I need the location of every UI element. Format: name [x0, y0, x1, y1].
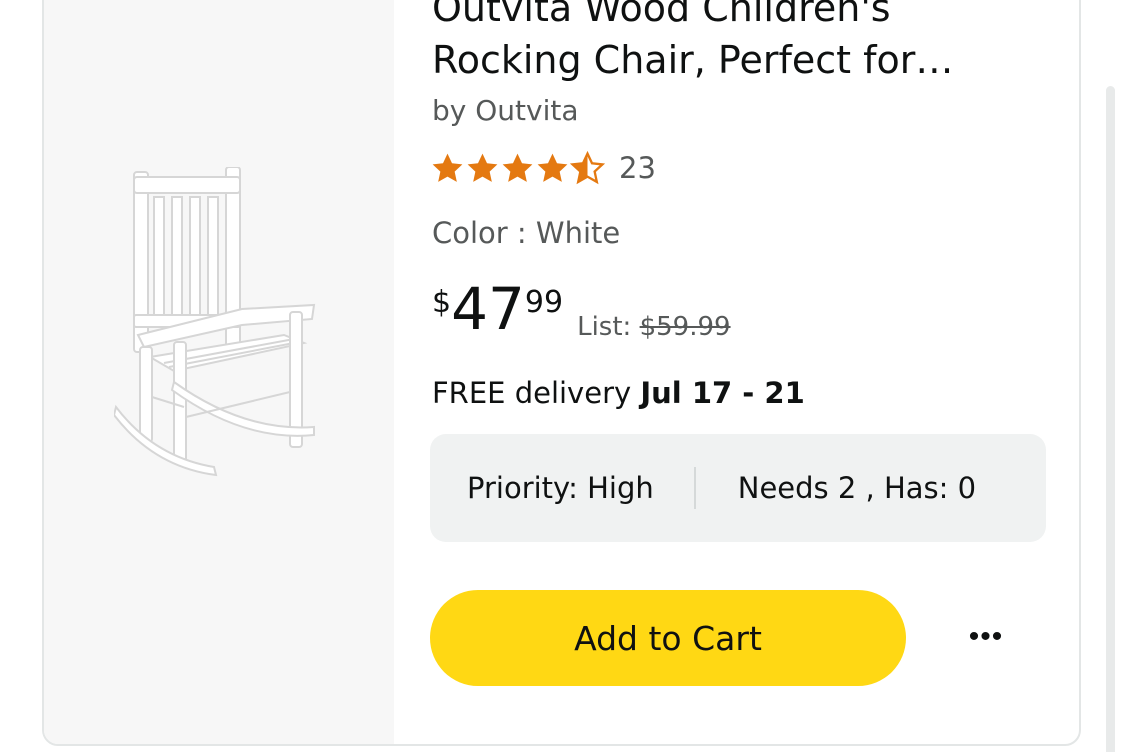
delivery-prefix: FREE delivery — [432, 376, 632, 410]
product-title-line-1[interactable]: Outvita Wood Children's — [432, 0, 1052, 34]
scrollbar[interactable] — [1106, 86, 1115, 752]
add-to-cart-button[interactable]: Add to Cart — [430, 590, 906, 686]
rocking-chair-image — [114, 167, 316, 477]
rating-row[interactable]: 23 — [430, 148, 656, 188]
more-options-button[interactable]: ••• — [956, 614, 1016, 660]
price-fraction: 99 — [524, 285, 564, 320]
priority-divider — [693, 467, 696, 509]
star-full-icon — [432, 153, 463, 182]
price-row: $ 47 99 List: $59.99 — [432, 280, 731, 342]
list-price-value: $59.99 — [639, 312, 731, 342]
list-price-label: List: — [577, 312, 632, 342]
product-title[interactable]: Outvita Wood Children's Rocking Chair, P… — [432, 0, 1052, 86]
delivery-info: FREE delivery Jul 17 - 21 — [432, 376, 805, 410]
price-whole: 47 — [451, 275, 525, 343]
delivery-dates: Jul 17 - 21 — [640, 376, 805, 410]
price-currency-symbol: $ — [432, 285, 452, 320]
star-full-icon — [467, 153, 498, 182]
priority-panel: Priority: High Needs 2 , Has: 0 — [430, 434, 1046, 542]
product-card[interactable]: Outvita Wood Children's Rocking Chair, P… — [42, 0, 1081, 746]
star-half-icon — [570, 150, 605, 184]
product-page: Outvita Wood Children's Rocking Chair, P… — [0, 0, 1125, 752]
list-price: List: $59.99 — [577, 312, 730, 342]
color-label: Color : White — [432, 216, 621, 250]
product-image-panel[interactable] — [44, 0, 394, 744]
star-full-icon — [502, 153, 533, 182]
priority-text: Priority: High — [467, 471, 654, 505]
rating-count[interactable]: 23 — [619, 151, 656, 185]
star-rating — [430, 150, 605, 186]
brand-byline[interactable]: by Outvita — [432, 94, 579, 127]
star-full-icon — [537, 153, 568, 182]
needs-has-text: Needs 2 , Has: 0 — [737, 471, 977, 505]
product-title-line-2[interactable]: Rocking Chair, Perfect for… — [432, 34, 1052, 86]
